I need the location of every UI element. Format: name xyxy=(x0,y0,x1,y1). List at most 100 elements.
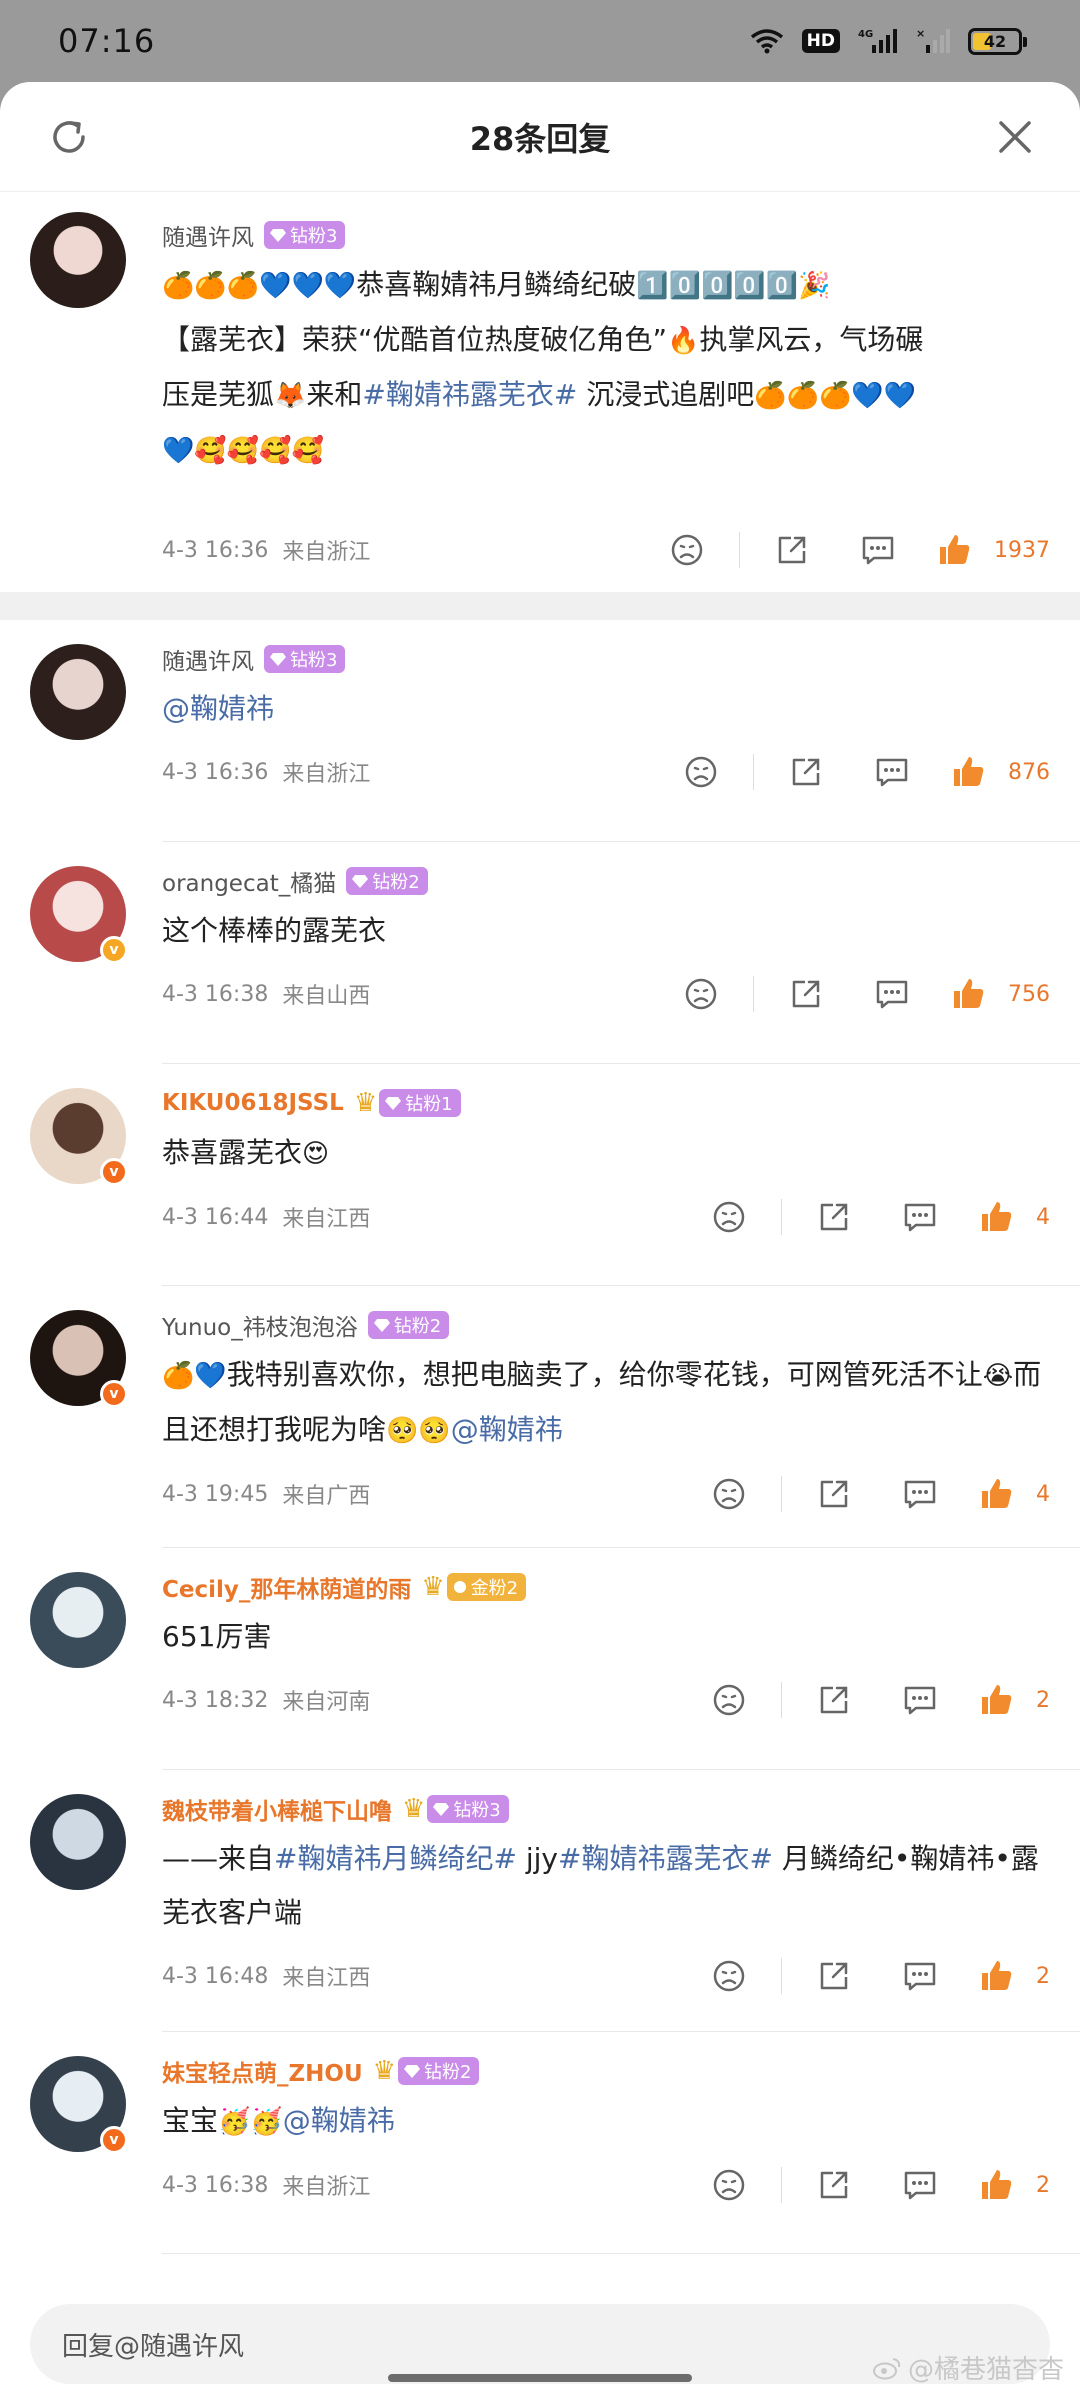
comment-button[interactable] xyxy=(898,1472,942,1516)
dislike-button[interactable] xyxy=(707,1954,751,1998)
avatar[interactable]: v xyxy=(30,1310,128,1408)
username[interactable]: Yunuo_祎枝泡泡浴 xyxy=(162,1308,358,1342)
comment-icon xyxy=(904,1962,936,1991)
comment-date: 4-3 19:45 xyxy=(162,1481,269,1507)
crown-icon: ♛ xyxy=(372,2056,396,2086)
comment-location: 来自浙江 xyxy=(282,2175,371,2200)
avatar[interactable] xyxy=(30,1572,126,1668)
dislike-button[interactable] xyxy=(707,1678,751,1722)
avatar[interactable]: v xyxy=(30,1088,128,1186)
avatar[interactable] xyxy=(30,644,126,740)
comment-button[interactable] xyxy=(898,1954,942,1998)
home-indicator[interactable] xyxy=(388,2374,692,2382)
crown-icon: ♛ xyxy=(402,1794,426,1824)
mention-tag[interactable]: #鞠婧祎月鳞绮纪# xyxy=(274,1842,517,1875)
like-button[interactable]: 4 xyxy=(978,1199,1050,1235)
mention-tag[interactable]: #鞠婧祎露芜衣# xyxy=(558,1842,773,1875)
like-button[interactable]: 2 xyxy=(978,1682,1050,1718)
share-icon xyxy=(820,1686,848,1714)
mention-tag[interactable]: @鞠婧祎 xyxy=(162,692,274,725)
name-row: Yunuo_祎枝泡泡浴 钻粉2 xyxy=(162,1308,1050,1342)
mention-tag[interactable]: @鞠婧祎 xyxy=(451,1413,563,1446)
crown-icon: ♛ xyxy=(353,1088,378,1118)
watermark-text: @橘巷猫杳杳 xyxy=(907,2355,1064,2385)
like-button[interactable]: 2 xyxy=(978,2167,1050,2203)
share-icon xyxy=(792,980,820,1008)
topic-tag[interactable]: #鞠婧祎露芜衣# xyxy=(362,378,577,411)
status-bar: 07:16 HD 4G × 42 xyxy=(0,0,1080,82)
text-segment: 压是芜狐 xyxy=(162,378,275,411)
share-button[interactable] xyxy=(812,1678,856,1722)
name-row: 魏枝带着小棒槌下山噜 ♛ 钻粉3 xyxy=(162,1792,1050,1826)
avatar[interactable]: v xyxy=(30,2056,128,2154)
comment-button[interactable] xyxy=(898,1678,942,1722)
username[interactable]: 妹宝轻点萌_ZHOU xyxy=(162,2054,363,2088)
crown-icon: ♛ xyxy=(421,1572,445,1602)
share-button[interactable] xyxy=(784,972,828,1016)
share-button[interactable] xyxy=(812,2163,856,2207)
share-button[interactable] xyxy=(770,528,814,572)
verified-badge-icon: v xyxy=(100,2126,128,2154)
comment-actions: 2 xyxy=(707,1954,1050,1998)
like-count: 2 xyxy=(1036,1963,1050,1989)
fan-badge-label: 钻粉2 xyxy=(372,872,420,893)
refresh-button[interactable] xyxy=(44,112,94,162)
share-button[interactable] xyxy=(812,1195,856,1239)
name-row: orangecat_橘猫 钻粉2 xyxy=(162,864,1050,898)
like-button[interactable]: 756 xyxy=(950,976,1050,1012)
comment-actions: 4 xyxy=(707,1472,1050,1516)
dislike-button[interactable] xyxy=(707,1195,751,1239)
thumbs-up-icon xyxy=(954,757,984,786)
avatar[interactable] xyxy=(30,1794,126,1890)
dislike-button[interactable] xyxy=(665,528,709,572)
username[interactable]: 魏枝带着小棒槌下山噜 xyxy=(162,1792,392,1826)
emoji: 😍 xyxy=(302,1139,330,1169)
text-segment: 这个棒棒的露芜衣 xyxy=(162,914,387,947)
like-button[interactable]: 4 xyxy=(978,1476,1050,1512)
avatar[interactable] xyxy=(30,212,126,308)
username[interactable]: orangecat_橘猫 xyxy=(162,864,336,898)
comment-icon xyxy=(904,1686,936,1715)
comment-location: 来自江西 xyxy=(282,1966,371,1991)
mention-tag[interactable]: @鞠婧祎 xyxy=(283,2104,395,2137)
comment-button[interactable] xyxy=(898,2163,942,2207)
comment-date: 4-3 16:38 xyxy=(162,2172,269,2198)
comment-icon xyxy=(876,758,908,787)
comment-button[interactable] xyxy=(898,1195,942,1239)
dislike-button[interactable] xyxy=(707,1472,751,1516)
divider xyxy=(781,1476,782,1512)
username[interactable]: 随遇许风 xyxy=(162,642,254,676)
close-button[interactable] xyxy=(990,112,1040,162)
comment-button[interactable] xyxy=(870,972,914,1016)
share-button[interactable] xyxy=(812,1472,856,1516)
like-button[interactable]: 1937 xyxy=(936,532,1050,568)
comment-body: 随遇许风 钻粉3 @鞠婧祎 4-3 16:36 来自浙江 876 xyxy=(162,642,1080,820)
comment-body: Yunuo_祎枝泡泡浴 钻粉2 🍊💙我特别喜欢你，想把电脑卖了，给你零花钱，可网… xyxy=(162,1308,1080,1526)
share-button[interactable] xyxy=(812,1954,856,1998)
comment-button[interactable] xyxy=(870,750,914,794)
comment-location: 来自广西 xyxy=(282,1484,371,1509)
thumbs-up-icon xyxy=(940,535,970,564)
emoji: 😭 xyxy=(982,1361,1014,1391)
verified-badge-icon: v xyxy=(100,1158,128,1186)
comment-actions: 4 xyxy=(707,1195,1050,1239)
share-button[interactable] xyxy=(784,750,828,794)
dislike-button[interactable] xyxy=(707,2163,751,2207)
fan-badge: 钻粉2 xyxy=(346,867,428,895)
frown-icon xyxy=(713,2169,745,2201)
dislike-button[interactable] xyxy=(679,750,723,794)
like-count: 1937 xyxy=(994,537,1050,563)
like-button[interactable]: 876 xyxy=(950,754,1050,790)
text-segment: 恭喜鞠婧祎月鳞绮纪破 xyxy=(356,268,637,301)
fan-badge: 钻粉3 xyxy=(264,645,346,673)
username[interactable]: 随遇许风 xyxy=(162,218,254,252)
like-button[interactable]: 2 xyxy=(978,1958,1050,1994)
meta-row: 4-3 16:38 来自浙江 2 xyxy=(162,2161,1050,2209)
avatar[interactable]: v xyxy=(30,866,128,964)
comment-button[interactable] xyxy=(856,528,900,572)
username[interactable]: Cecily_那年林荫道的雨 xyxy=(162,1570,411,1604)
reply-item: 随遇许风 钻粉3 @鞠婧祎 4-3 16:36 来自浙江 876 xyxy=(0,620,1080,842)
username[interactable]: KIKU0618JSSL xyxy=(162,1090,344,1116)
dislike-button[interactable] xyxy=(679,972,723,1016)
comment-actions: 2 xyxy=(707,1678,1050,1722)
